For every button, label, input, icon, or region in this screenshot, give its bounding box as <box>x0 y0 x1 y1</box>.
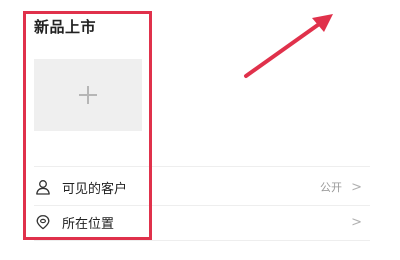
post-editor-page: 新品上市 可见的客户 公开 > 所在位置 > <box>0 0 400 260</box>
annotation-arrow-icon <box>244 14 333 78</box>
